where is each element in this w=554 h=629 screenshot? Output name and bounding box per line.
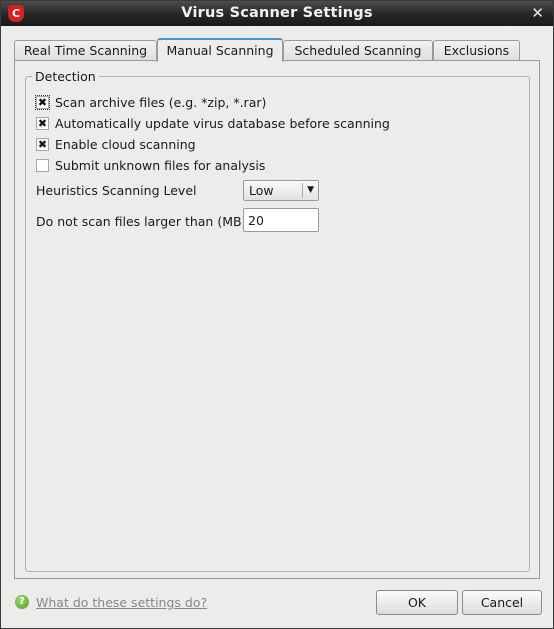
heuristics-level-dropdown[interactable]: Low ▼ (243, 180, 319, 201)
settings-window: C Virus Scanner Settings ✕ Real Time Sca… (0, 0, 554, 629)
chevron-down-icon[interactable]: ▼ (307, 181, 314, 200)
tab-real-time-scanning[interactable]: Real Time Scanning (14, 40, 157, 60)
max-file-size-label: Do not scan files larger than (MB) (36, 214, 247, 229)
help-icon[interactable]: ? (15, 595, 29, 609)
detection-group-title: Detection (32, 69, 99, 85)
scan-archives-checkbox[interactable]: ✖ (35, 95, 50, 110)
tab-manual-scanning[interactable]: Manual Scanning (157, 38, 283, 62)
title-bar[interactable]: C Virus Scanner Settings ✕ (1, 1, 553, 26)
heuristics-level-label: Heuristics Scanning Level (36, 183, 197, 198)
window-title: Virus Scanner Settings (181, 5, 373, 21)
submit-unknown-checkbox[interactable] (36, 159, 49, 172)
tab-exclusions[interactable]: Exclusions (433, 40, 520, 60)
close-icon[interactable]: ✕ (531, 1, 544, 26)
auto-update-checkbox[interactable]: ✖ (36, 117, 49, 130)
scan-archives-label[interactable]: Scan archive files (e.g. *zip, *.rar) (55, 94, 266, 111)
cancel-button[interactable]: Cancel (462, 590, 542, 615)
dropdown-separator (302, 183, 303, 198)
submit-unknown-label[interactable]: Submit unknown files for analysis (55, 157, 265, 174)
cloud-scanning-checkbox[interactable]: ✖ (36, 138, 49, 151)
ok-button[interactable]: OK (376, 590, 458, 615)
auto-update-label[interactable]: Automatically update virus database befo… (55, 115, 390, 132)
heuristics-level-value: Low (249, 183, 274, 198)
tab-scheduled-scanning[interactable]: Scheduled Scanning (283, 40, 433, 60)
max-file-size-input[interactable] (243, 208, 319, 232)
cloud-scanning-label[interactable]: Enable cloud scanning (55, 136, 196, 153)
help-link[interactable]: What do these settings do? (36, 594, 207, 611)
